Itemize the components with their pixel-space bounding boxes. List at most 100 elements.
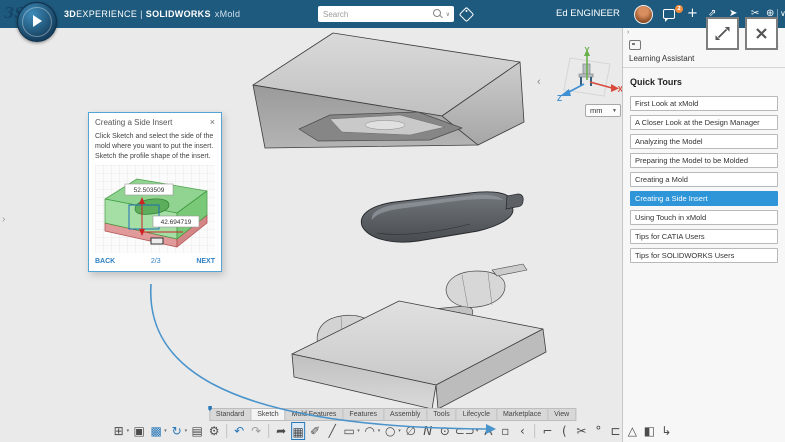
axis-y-label: Y xyxy=(584,46,590,55)
chevron-down-icon: ▼ xyxy=(612,108,620,114)
page-indicator: 2/3 xyxy=(115,258,196,265)
brand-title: 3DEXPERIENCE|SOLIDWORKSxMold xyxy=(64,0,240,28)
chevron-down-icon[interactable]: ▾ xyxy=(164,428,167,434)
mold-top-block xyxy=(253,33,524,148)
redo-icon[interactable]: ↷ xyxy=(249,422,263,440)
save-icon[interactable]: ▩ xyxy=(149,422,163,440)
axis-triad[interactable]: Y X Z xyxy=(552,44,624,106)
manipulate-icon[interactable]: ▣ xyxy=(132,422,146,440)
tour-item-creating-mold[interactable]: Creating a Mold xyxy=(630,172,778,187)
notifications-icon[interactable]: 2 xyxy=(663,0,679,28)
search-icon[interactable] xyxy=(432,8,444,20)
tutorial-popup: Creating a Side Insert × Click Sketch an… xyxy=(88,112,222,272)
close-x-icon xyxy=(755,27,768,40)
overlay-expand-button[interactable] xyxy=(706,17,739,50)
tab-mold-features[interactable]: Mold Features xyxy=(285,408,343,421)
popup-title: Creating a Side Insert xyxy=(95,118,210,127)
toolbar-divider xyxy=(534,424,535,438)
chevron-down-icon[interactable]: ▾ xyxy=(127,428,130,434)
slot-icon[interactable]: ⊂⊃ xyxy=(455,422,475,440)
dimension-height-label: 42.694719 xyxy=(161,219,192,226)
chamfer-icon[interactable]: ( xyxy=(557,422,571,440)
triad-collapse-chevron[interactable]: ‹ xyxy=(537,76,541,88)
collapse-topbar-icon[interactable]: ∨ xyxy=(780,0,785,28)
tour-item-analyzing[interactable]: Analyzing the Model xyxy=(630,134,778,149)
mirror-icon[interactable]: △ xyxy=(625,422,639,440)
import-model-icon[interactable]: ⊞ xyxy=(112,422,126,440)
brand-3d: 3D xyxy=(64,9,76,19)
toolbar-divider xyxy=(268,424,269,438)
polygon-icon[interactable]: ⊙ xyxy=(438,422,452,440)
next-button[interactable]: NEXT xyxy=(196,258,215,265)
app-window: Y X Z mm ▼ ‹ › Creating a Side Insert × … xyxy=(0,0,785,442)
settings-gear-icon[interactable]: ⚙ xyxy=(207,422,221,440)
pattern-icon[interactable]: ◧ xyxy=(642,422,656,440)
axis-z-label: Z xyxy=(557,94,562,103)
sketch-sheet-icon[interactable]: ▦ xyxy=(291,422,305,440)
move-icon[interactable]: ↳ xyxy=(659,422,673,440)
text-icon[interactable]: A xyxy=(481,422,495,440)
tab-view[interactable]: View xyxy=(547,408,576,421)
spline-handle-icon[interactable]: ‹ xyxy=(515,422,529,440)
tour-item-first-look[interactable]: First Look at xMold xyxy=(630,96,778,111)
pin-flag-icon xyxy=(208,406,212,411)
tour-item-using-touch[interactable]: Using Touch in xMold xyxy=(630,210,778,225)
units-dropdown[interactable]: mm ▼ xyxy=(585,104,621,117)
tour-item-catia-tips[interactable]: Tips for CATIA Users xyxy=(630,229,778,244)
tab-features[interactable]: Features xyxy=(342,408,383,421)
close-icon[interactable]: × xyxy=(210,117,215,127)
offset-icon[interactable]: ⊏ xyxy=(608,422,622,440)
point-icon[interactable]: ▫ xyxy=(498,422,512,440)
tour-item-preparing[interactable]: Preparing the Model to be Molded xyxy=(630,153,778,168)
convert-entities-icon[interactable]: ° xyxy=(591,422,605,440)
search-bar[interactable]: ∨ xyxy=(318,6,454,22)
tab-lifecycle[interactable]: Lifecycle xyxy=(456,408,496,421)
compass-logo[interactable] xyxy=(17,2,57,42)
learning-assistant-panel: › × Learning Assistant Quick Tours First… xyxy=(622,28,785,442)
spline-icon[interactable]: N xyxy=(421,422,435,440)
notification-badge: 2 xyxy=(675,5,683,13)
tour-item-side-insert[interactable]: Creating a Side Insert xyxy=(630,191,778,206)
tour-item-design-manager[interactable]: A Closer Look at the Design Manager xyxy=(630,115,778,130)
rectangle-icon[interactable]: ▭ xyxy=(342,422,356,440)
chevron-down-icon[interactable]: ▾ xyxy=(398,428,401,434)
toolbar-divider xyxy=(226,424,227,438)
add-icon[interactable]: + xyxy=(687,0,698,28)
panel-title: Learning Assistant xyxy=(623,52,785,68)
print-icon[interactable]: ▤ xyxy=(190,422,204,440)
chevron-down-icon[interactable]: ▾ xyxy=(378,428,381,434)
trim-icon[interactable]: ✂ xyxy=(574,422,588,440)
tour-item-solidworks-tips[interactable]: Tips for SOLIDWORKS Users xyxy=(630,248,778,263)
chat-bubble-icon xyxy=(663,9,675,19)
user-name[interactable]: Ed ENGINEER xyxy=(556,0,620,28)
arc-icon[interactable]: ◠ xyxy=(363,422,377,440)
circle-icon[interactable]: ○ xyxy=(383,422,397,440)
tab-tools[interactable]: Tools xyxy=(426,408,455,421)
line-icon[interactable]: ╱ xyxy=(325,422,339,440)
sketch-flag-icon[interactable]: ✐ xyxy=(308,422,322,440)
search-dropdown-caret[interactable]: ∨ xyxy=(446,11,450,18)
tab-marketplace[interactable]: Marketplace xyxy=(496,408,547,421)
tab-sketch[interactable]: Sketch xyxy=(250,408,284,421)
fillet-icon[interactable]: ⌐ xyxy=(540,422,554,440)
left-panel-expander[interactable]: › xyxy=(2,214,5,225)
play-icon xyxy=(33,15,42,27)
undo-icon[interactable]: ↶ xyxy=(232,422,246,440)
comment-icon[interactable]: ➦ xyxy=(274,422,288,440)
avatar[interactable] xyxy=(634,5,653,24)
chevron-down-icon[interactable]: ▾ xyxy=(476,428,479,434)
ribbon-tabs: Standard Sketch Mold Features Features A… xyxy=(209,408,576,421)
sync-icon[interactable]: ↻ xyxy=(170,422,184,440)
tab-standard[interactable]: Standard xyxy=(209,408,250,421)
quick-tours-heading: Quick Tours xyxy=(630,77,778,87)
overlay-close-button[interactable] xyxy=(745,17,778,50)
tab-assembly[interactable]: Assembly xyxy=(383,408,426,421)
popup-instructions: Click Sketch and select the side of the … xyxy=(89,130,221,164)
brand-solidworks: SOLIDWORKS xyxy=(146,9,211,19)
chevron-down-icon[interactable]: ▾ xyxy=(185,428,188,434)
back-button[interactable]: BACK xyxy=(95,258,115,265)
search-input[interactable] xyxy=(318,10,432,19)
dimension-width-label: 52.503509 xyxy=(134,187,165,194)
chevron-down-icon[interactable]: ▾ xyxy=(357,428,360,434)
ellipse-icon[interactable]: ∅ xyxy=(404,422,418,440)
